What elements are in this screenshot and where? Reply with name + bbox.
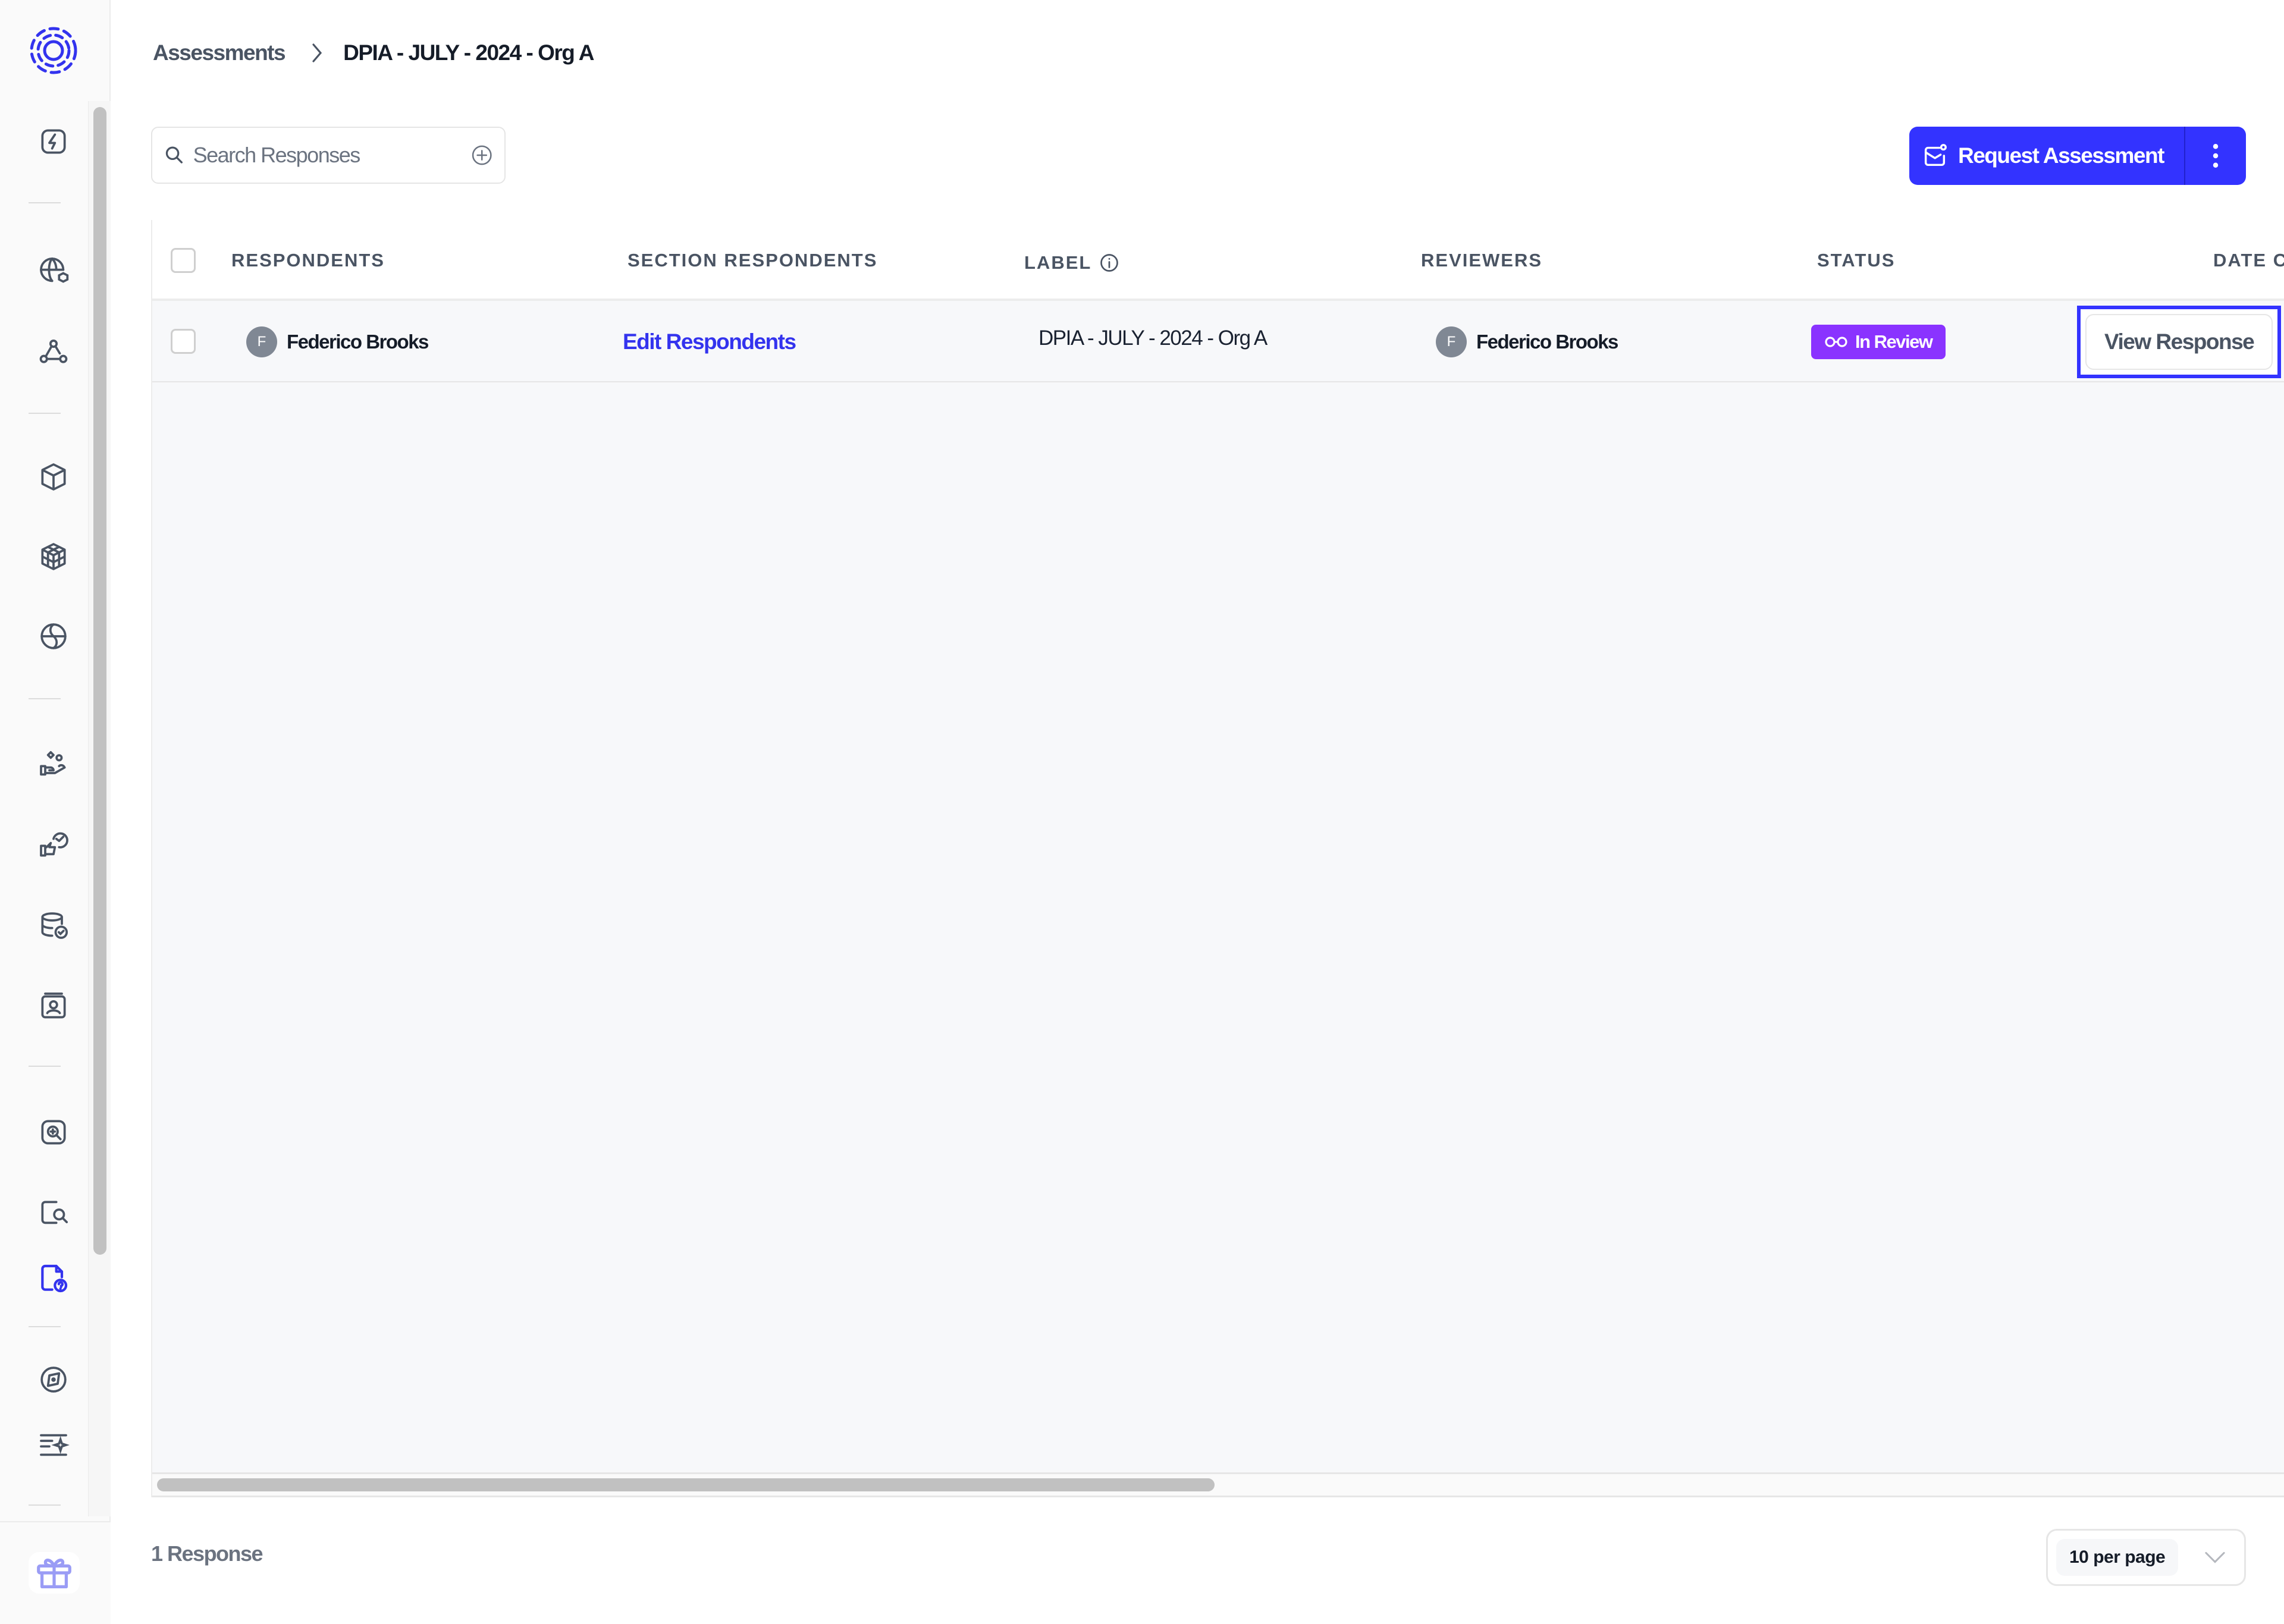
table-header: RESPONDENTS SECTION RESPONDENTS LABEL RE… — [152, 220, 2284, 301]
compass-icon[interactable] — [34, 1361, 73, 1399]
column-header-label-text: LABEL — [1024, 252, 1092, 273]
search-box — [151, 127, 506, 184]
avatar: F — [246, 326, 277, 357]
column-header-status[interactable]: STATUS — [1817, 220, 1895, 301]
label-value: DPIA - JULY - 2024 - Org A — [1039, 326, 1268, 350]
status-badge: In Review — [1811, 324, 1946, 359]
hand-people-icon[interactable] — [34, 746, 73, 784]
more-options-button[interactable] — [2185, 127, 2246, 185]
zoom-in-box-icon[interactable] — [34, 1113, 73, 1151]
thumbs-up-check-icon[interactable] — [34, 825, 73, 863]
info-icon[interactable] — [1099, 252, 1120, 274]
select-all-checkbox[interactable] — [171, 248, 196, 273]
glasses-icon — [1825, 336, 1847, 347]
lightning-icon[interactable] — [34, 122, 73, 161]
avatar: F — [1436, 326, 1467, 357]
section-respondents-cell: Edit Respondents — [623, 301, 796, 382]
edit-respondents-link[interactable]: Edit Respondents — [623, 329, 796, 354]
document-search-icon[interactable] — [34, 1194, 73, 1232]
status-text: In Review — [1855, 331, 1933, 352]
document-question-icon[interactable] — [34, 1259, 73, 1298]
chevron-down-icon — [2205, 1551, 2225, 1563]
column-header-label[interactable]: LABEL — [1024, 222, 1120, 303]
sidebar-divider — [29, 1066, 61, 1067]
search-input[interactable] — [193, 143, 470, 168]
reviewer-cell: F Federico Brooks — [1436, 301, 1618, 382]
sidebar-divider — [29, 202, 61, 203]
sidebar-bottom — [0, 1521, 111, 1624]
add-filter-icon[interactable] — [470, 142, 494, 168]
label-cell: DPIA - JULY - 2024 - Org A — [1039, 297, 1268, 379]
view-response-button[interactable]: View Response — [2085, 314, 2273, 370]
row-checkbox[interactable] — [171, 329, 196, 354]
sidebar-scrollbar[interactable] — [88, 101, 111, 1516]
status-cell: In Review — [1811, 301, 1946, 382]
cubes-grid-icon[interactable] — [34, 538, 73, 576]
responses-table: RESPONDENTS SECTION RESPONDENTS LABEL RE… — [151, 220, 2284, 1497]
search-icon — [165, 146, 183, 164]
column-header-date[interactable]: DATE C — [2213, 220, 2284, 301]
network-nodes-icon[interactable] — [34, 333, 73, 371]
sidebar-divider — [29, 698, 61, 699]
database-check-icon[interactable] — [34, 906, 73, 944]
column-header-reviewers[interactable]: REVIEWERS — [1421, 220, 1542, 301]
breadcrumb: Assessments DPIA - JULY - 2024 - Org A — [153, 37, 594, 69]
gift-icon[interactable] — [29, 1552, 80, 1594]
column-header-section-respondents[interactable]: SECTION RESPONDENTS — [628, 220, 877, 301]
request-assessment-label: Request Assessment — [1958, 143, 2164, 168]
list-sparkle-icon[interactable] — [34, 1426, 73, 1464]
per-page-select[interactable]: 10 per page — [2046, 1529, 2246, 1586]
kebab-menu-icon — [2213, 144, 2219, 168]
table-horizontal-scrollbar[interactable] — [152, 1472, 2284, 1497]
cube-icon[interactable] — [34, 458, 73, 496]
globe-orbit-icon[interactable] — [34, 617, 73, 655]
privacy-logo[interactable] — [28, 25, 79, 76]
horizontal-scrollbar-thumb[interactable] — [157, 1478, 1215, 1491]
chevron-right-icon — [311, 42, 323, 64]
breadcrumb-assessments-link[interactable]: Assessments — [153, 40, 286, 65]
response-count: 1 Response — [151, 1541, 263, 1566]
sidebar-divider — [29, 1326, 61, 1327]
sidebar-nav — [0, 101, 89, 1516]
request-assessment-button[interactable]: Request Assessment — [1909, 127, 2184, 185]
breadcrumb-current: DPIA - JULY - 2024 - Org A — [343, 40, 594, 65]
sidebar-divider — [29, 1504, 61, 1506]
sidebar-divider — [29, 413, 61, 414]
table-body: F Federico Brooks Edit Respondents DPIA … — [152, 301, 2284, 1472]
respondent-name: Federico Brooks — [287, 330, 429, 353]
request-assessment-group: Request Assessment — [1909, 127, 2246, 185]
reviewer-name: Federico Brooks — [1476, 330, 1618, 353]
per-page-value: 10 per page — [2056, 1539, 2179, 1576]
contact-card-icon[interactable] — [34, 987, 73, 1025]
globe-cube-icon[interactable] — [34, 252, 73, 290]
column-header-respondents[interactable]: RESPONDENTS — [231, 220, 385, 301]
sidebar — [0, 0, 111, 1624]
mail-notification-icon — [1924, 144, 1947, 167]
respondent-cell: F Federico Brooks — [246, 301, 429, 382]
view-response-focus-ring: View Response — [2077, 306, 2282, 378]
table-row: F Federico Brooks Edit Respondents DPIA … — [152, 301, 2284, 382]
sidebar-scrollbar-thumb[interactable] — [93, 107, 106, 1255]
